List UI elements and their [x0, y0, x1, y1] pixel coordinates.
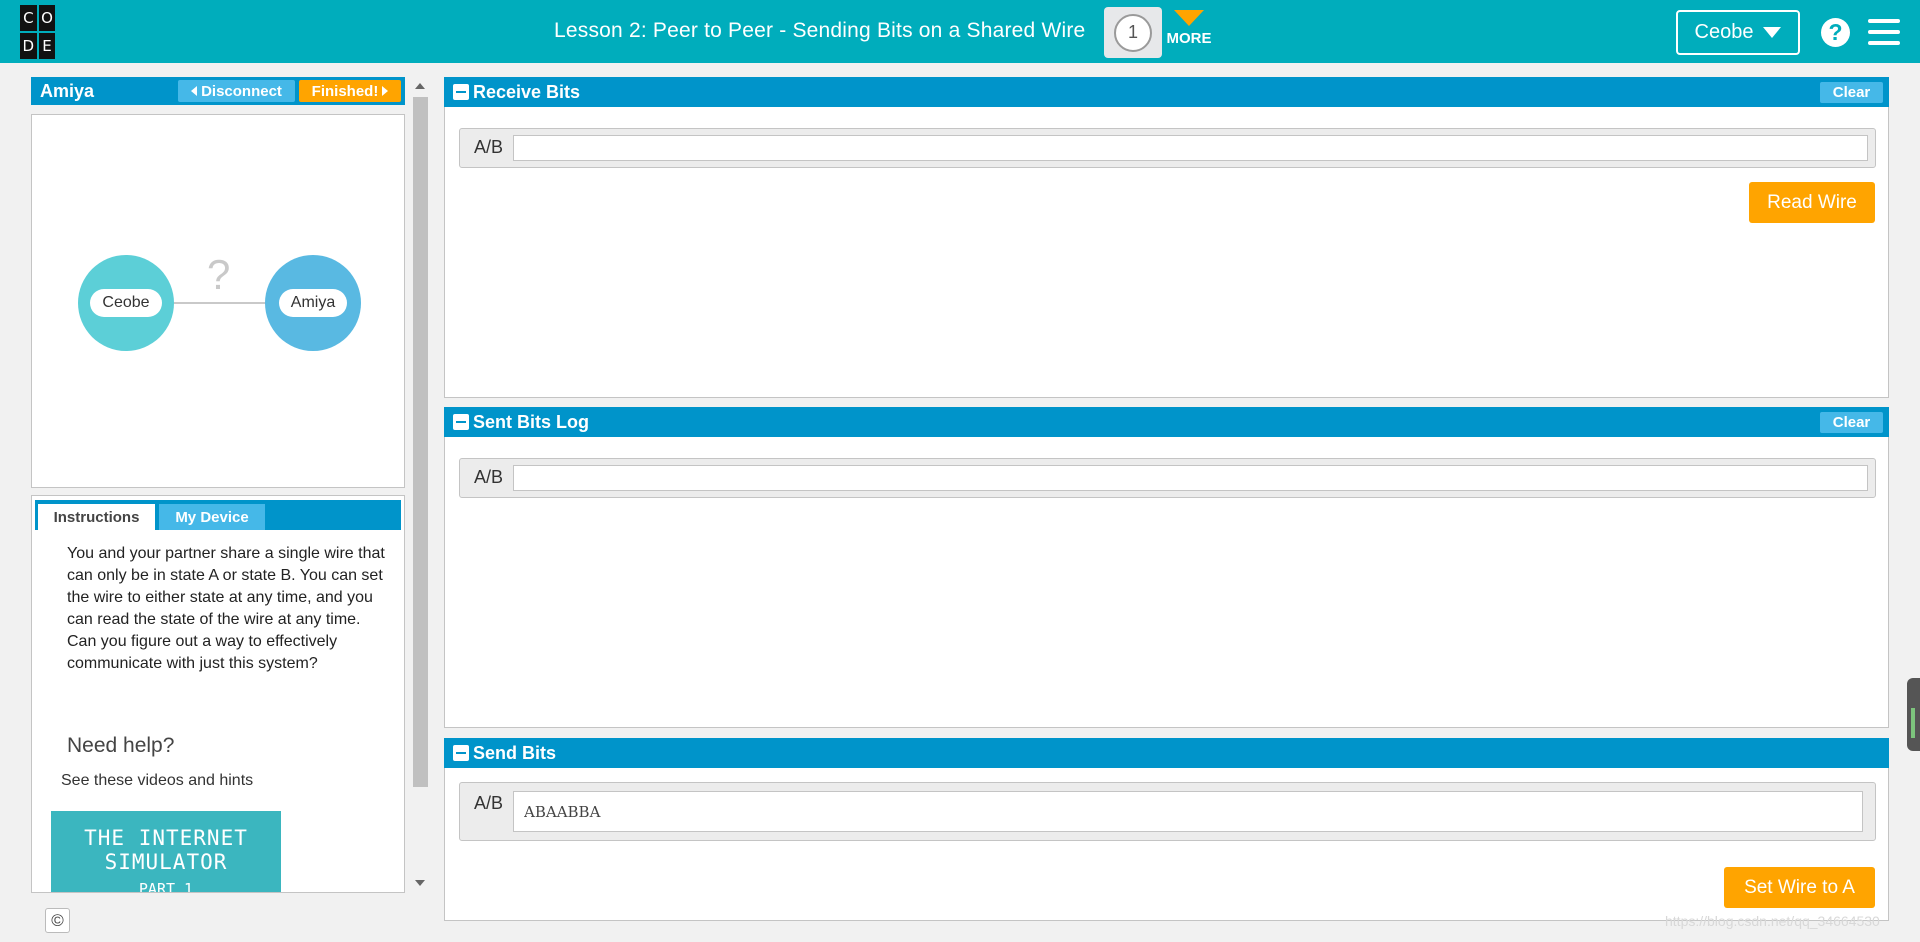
node-label: Amiya [278, 289, 348, 317]
user-menu-button[interactable]: Ceobe [1676, 10, 1800, 55]
level-number: 1 [1114, 13, 1152, 52]
logo-letter-e: E [38, 33, 56, 59]
logo-letter-o: O [38, 5, 56, 31]
sent-bits-log-panel: Sent Bits Log Clear A/B [444, 407, 1889, 728]
caret-down-icon [1763, 27, 1782, 38]
menu-bar [1868, 30, 1900, 34]
finished-button[interactable]: Finished! [299, 80, 401, 102]
send-bits-input[interactable] [514, 792, 1862, 831]
node-ceobe[interactable]: Ceobe [78, 255, 174, 351]
read-wire-button[interactable]: Read Wire [1749, 182, 1875, 223]
send-bits-header: Send Bits [444, 738, 1889, 768]
set-wire-button[interactable]: Set Wire to A [1724, 867, 1875, 908]
see-videos-text: See these videos and hints [61, 772, 254, 789]
finished-label: Finished! [311, 82, 379, 100]
instructions-panel: Instructions My Device You and your part… [31, 495, 405, 893]
menu-bar [1868, 41, 1900, 45]
panel-title: Receive Bits [473, 82, 581, 102]
logo-letter-c: C [20, 5, 37, 31]
tab-bar: Instructions My Device [35, 500, 401, 530]
ab-label: A/B [474, 793, 504, 813]
disconnect-label: Disconnect [201, 82, 282, 100]
logo-letter-d: D [20, 33, 37, 59]
device-name: Amiya [40, 81, 95, 101]
send-ab-row: A/B [459, 782, 1876, 841]
logo-spacer [57, 5, 74, 31]
instructions-text: You and your partner share a single wire… [67, 545, 385, 672]
connection-line [172, 302, 267, 304]
help-icon[interactable]: ? [1821, 18, 1850, 47]
need-help-heading: Need help? [67, 734, 175, 757]
disconnect-button[interactable]: Disconnect [178, 80, 295, 102]
panel-title: Send Bits [473, 743, 557, 763]
top-header: C O D E Lesson 2: Peer to Peer - Sending… [0, 0, 1920, 63]
scroll-up-icon[interactable] [415, 83, 425, 89]
more-button[interactable]: MORE [1164, 10, 1214, 47]
copyright-icon[interactable]: © [45, 908, 70, 933]
receive-bits-panel: Receive Bits Clear A/B Read Wire [444, 77, 1889, 398]
collapse-icon[interactable] [453, 745, 469, 761]
menu-bar [1868, 19, 1900, 23]
receive-bits-header: Receive Bits Clear [444, 77, 1889, 107]
log-ab-row: A/B [459, 458, 1876, 498]
code-org-logo[interactable]: C O D E [20, 5, 74, 59]
chevron-down-icon [1174, 10, 1204, 26]
video-thumbnail[interactable]: THE INTERNET SIMULATOR PART 1 [51, 811, 281, 893]
sent-bits-log-header: Sent Bits Log Clear [444, 407, 1889, 437]
receive-bits-field[interactable] [513, 135, 1868, 161]
tab-my-device[interactable]: My Device [159, 504, 265, 530]
ab-label: A/B [474, 137, 504, 157]
scroll-down-icon[interactable] [415, 880, 425, 886]
scroll-thumb[interactable] [413, 97, 428, 787]
network-diagram: ? Ceobe Amiya [31, 114, 405, 488]
send-bits-field[interactable] [513, 791, 1863, 832]
side-handle[interactable] [1907, 678, 1920, 751]
footer: © [31, 896, 464, 942]
lesson-title: Lesson 2: Peer to Peer - Sending Bits on… [554, 19, 1086, 42]
collapse-icon[interactable] [453, 414, 469, 430]
left-scrollbar[interactable] [410, 77, 431, 892]
panel-title: Sent Bits Log [473, 412, 589, 432]
caret-right-icon [382, 86, 389, 96]
log-clear-button[interactable]: Clear [1820, 412, 1883, 433]
receive-clear-button[interactable]: Clear [1820, 82, 1883, 103]
logo-spacer [57, 33, 74, 59]
video-subtitle: PART 1 [138, 880, 194, 893]
node-amiya[interactable]: Amiya [265, 255, 361, 351]
tab-instructions[interactable]: Instructions [38, 504, 155, 530]
node-label: Ceobe [90, 289, 162, 317]
watermark-text: https://blog.csdn.net/qq_34664530 [1665, 913, 1880, 929]
user-name: Ceobe [1694, 21, 1754, 43]
send-bits-panel: Send Bits A/B Set Wire to A [444, 738, 1889, 921]
caret-left-icon [191, 86, 198, 96]
device-header: Amiya Disconnect Finished! [31, 77, 405, 105]
more-label: MORE [1166, 30, 1212, 47]
ab-label: A/B [474, 467, 504, 487]
hamburger-menu-icon[interactable] [1868, 19, 1900, 45]
level-indicator[interactable]: 1 [1104, 7, 1162, 58]
video-title: THE INTERNET SIMULATOR [84, 826, 248, 874]
link-status: ? [207, 251, 231, 298]
collapse-icon[interactable] [453, 84, 469, 100]
log-bits-field [513, 465, 1868, 491]
receive-ab-row: A/B [459, 128, 1876, 168]
